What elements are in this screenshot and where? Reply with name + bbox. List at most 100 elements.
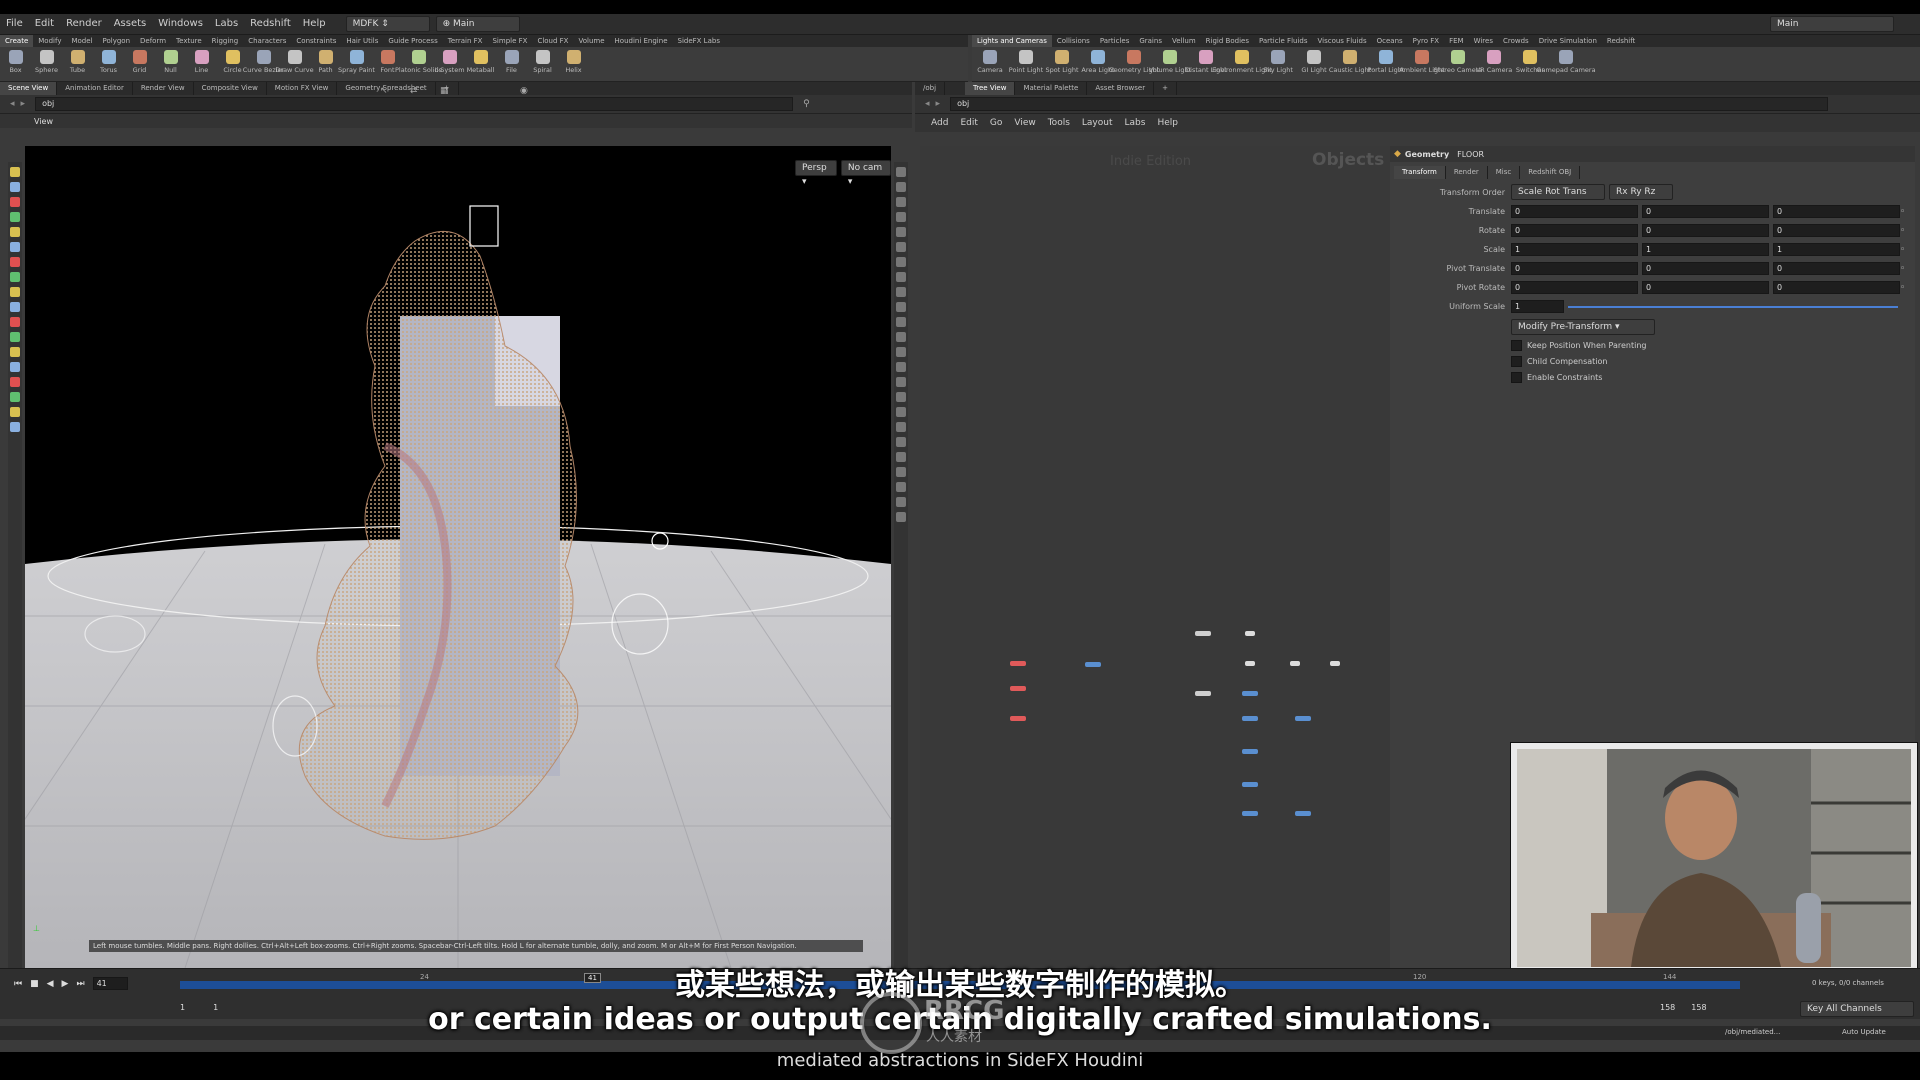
menu-edit[interactable]: Edit bbox=[29, 14, 60, 34]
tool-box[interactable]: Box bbox=[0, 47, 31, 81]
shelf-tab-create[interactable]: Create bbox=[0, 35, 34, 47]
display-option-5-icon[interactable] bbox=[896, 242, 906, 252]
checkbox-keep-position-when-parenting[interactable] bbox=[1511, 340, 1522, 351]
network-node[interactable] bbox=[1242, 749, 1258, 754]
network-node[interactable] bbox=[1085, 662, 1101, 667]
network-node[interactable] bbox=[1245, 661, 1255, 666]
tab-scene-view[interactable]: Scene View bbox=[0, 82, 58, 95]
display-option-9-icon[interactable] bbox=[896, 302, 906, 312]
param-field-translate-x[interactable]: 0 bbox=[1511, 205, 1638, 218]
display-option-11-icon[interactable] bbox=[896, 332, 906, 342]
shelf-tab-vellum[interactable]: Vellum bbox=[1167, 35, 1201, 47]
net-menu-tools[interactable]: Tools bbox=[1042, 113, 1076, 133]
viewport-tool-5-icon[interactable] bbox=[10, 242, 20, 252]
network-node[interactable] bbox=[1330, 661, 1340, 666]
display-option-18-icon[interactable] bbox=[896, 437, 906, 447]
select-tool-icon[interactable]: ↖ bbox=[380, 86, 388, 96]
tool-environment-light[interactable]: Environment Light bbox=[1212, 47, 1272, 81]
display-option-14-icon[interactable] bbox=[896, 377, 906, 387]
menu-labs[interactable]: Labs bbox=[209, 14, 244, 34]
tool-caustic-light[interactable]: Caustic Light bbox=[1329, 47, 1371, 81]
net-menu-view[interactable]: View bbox=[1008, 113, 1041, 133]
display-option-19-icon[interactable] bbox=[896, 452, 906, 462]
shelf-tab-drive-simulation[interactable]: Drive Simulation bbox=[1534, 35, 1602, 47]
shelf-tab-deform[interactable]: Deform bbox=[135, 35, 171, 47]
viewport-tool-2-icon[interactable] bbox=[10, 197, 20, 207]
display-option-23-icon[interactable] bbox=[896, 512, 906, 522]
tool-geometry-light[interactable]: Geometry Light bbox=[1109, 47, 1159, 81]
tool-vr-camera[interactable]: VR Camera bbox=[1476, 47, 1512, 81]
shelf-tab-simple-fx[interactable]: Simple FX bbox=[487, 35, 532, 47]
tab-obj[interactable]: /obj bbox=[915, 82, 946, 95]
viewport-tool-0-icon[interactable] bbox=[10, 167, 20, 177]
viewport-tool-3-icon[interactable] bbox=[10, 212, 20, 222]
viewport-tool-12-icon[interactable] bbox=[10, 347, 20, 357]
tool-distant-light[interactable]: Distant Light bbox=[1185, 47, 1227, 81]
viewport-tool-9-icon[interactable] bbox=[10, 302, 20, 312]
channel-key-icon[interactable]: ◦ bbox=[1900, 207, 1905, 217]
shelf-tab-polygon[interactable]: Polygon bbox=[98, 35, 136, 47]
tool-tube[interactable]: Tube bbox=[62, 47, 93, 81]
shelf-tab-pyro-fx[interactable]: Pyro FX bbox=[1408, 35, 1444, 47]
network-path-field[interactable]: obj bbox=[950, 97, 1829, 111]
tool-area-light[interactable]: Area Light bbox=[1080, 47, 1116, 81]
camera-icon[interactable]: ◉ bbox=[520, 86, 528, 96]
tool-file[interactable]: File bbox=[496, 47, 527, 81]
display-option-12-icon[interactable] bbox=[896, 347, 906, 357]
tool-camera[interactable]: Camera bbox=[972, 47, 1008, 81]
tool-line[interactable]: Line bbox=[186, 47, 217, 81]
network-dropdown[interactable]: ⊕ Main bbox=[435, 16, 520, 32]
shelf-tab-modify[interactable]: Modify bbox=[33, 35, 66, 47]
move-tool-icon[interactable]: ⇄ bbox=[410, 86, 418, 96]
tool-font[interactable]: Font bbox=[372, 47, 403, 81]
menu-help[interactable]: Help bbox=[297, 14, 332, 34]
display-option-1-icon[interactable] bbox=[896, 182, 906, 192]
forward-arrow-icon[interactable]: ▸ bbox=[21, 99, 26, 109]
net-menu-add[interactable]: Add bbox=[925, 113, 954, 133]
menu-redshift[interactable]: Redshift bbox=[244, 14, 297, 34]
tool-spiral[interactable]: Spiral bbox=[527, 47, 558, 81]
display-option-17-icon[interactable] bbox=[896, 422, 906, 432]
shelf-tab-fem[interactable]: FEM bbox=[1444, 35, 1469, 47]
snap-icon[interactable]: ▦ bbox=[440, 86, 449, 96]
right-desktop-dropdown[interactable]: Main bbox=[1770, 16, 1894, 32]
menu-assets[interactable]: Assets bbox=[108, 14, 153, 34]
add-tab-button-right[interactable]: + bbox=[1154, 82, 1177, 95]
tool-gi-light[interactable]: GI Light bbox=[1296, 47, 1332, 81]
network-node[interactable] bbox=[1295, 716, 1311, 721]
channel-key-icon[interactable]: ◦ bbox=[1900, 264, 1905, 274]
param-field-rotate-x[interactable]: 0 bbox=[1511, 224, 1638, 237]
shelf-tab-rigid-bodies[interactable]: Rigid Bodies bbox=[1201, 35, 1254, 47]
viewport-tool-8-icon[interactable] bbox=[10, 287, 20, 297]
tool-metaball[interactable]: Metaball bbox=[465, 47, 496, 81]
viewport-tool-10-icon[interactable] bbox=[10, 317, 20, 327]
net-menu-help[interactable]: Help bbox=[1151, 113, 1184, 133]
tool-grid[interactable]: Grid bbox=[124, 47, 155, 81]
tab-transform[interactable]: Transform bbox=[1394, 165, 1446, 179]
param-field-translate-y[interactable]: 0 bbox=[1642, 205, 1769, 218]
viewport-tool-4-icon[interactable] bbox=[10, 227, 20, 237]
tool-platonic-solids[interactable]: Platonic Solids bbox=[395, 47, 442, 81]
network-node[interactable] bbox=[1242, 716, 1258, 721]
tool-l-system[interactable]: L-System bbox=[434, 47, 465, 81]
shelf-tab-collisions[interactable]: Collisions bbox=[1052, 35, 1095, 47]
shelf-tab-terrain-fx[interactable]: Terrain FX bbox=[443, 35, 488, 47]
display-option-3-icon[interactable] bbox=[896, 212, 906, 222]
menu-windows[interactable]: Windows bbox=[152, 14, 209, 34]
tool-portal-light[interactable]: Portal Light bbox=[1368, 47, 1404, 81]
viewport-tool-11-icon[interactable] bbox=[10, 332, 20, 342]
tab-redshift-obj[interactable]: Redshift OBJ bbox=[1520, 165, 1581, 179]
param-field-pivot-translate-y[interactable]: 0 bbox=[1642, 262, 1769, 275]
shelf-tab-redshift[interactable]: Redshift bbox=[1602, 35, 1640, 47]
checkbox-enable-constraints[interactable] bbox=[1511, 372, 1522, 383]
shelf-tab-hair-utils[interactable]: Hair Utils bbox=[341, 35, 383, 47]
tab-animation-editor[interactable]: Animation Editor bbox=[57, 82, 133, 95]
tool-gamepad-camera[interactable]: Gamepad Camera bbox=[1536, 47, 1596, 81]
persp-button[interactable]: Persp ▾ bbox=[795, 160, 837, 187]
network-editor-canvas[interactable]: Indie Edition Objects bbox=[920, 146, 1390, 982]
param-field-scale-z[interactable]: 1 bbox=[1773, 243, 1900, 256]
display-option-13-icon[interactable] bbox=[896, 362, 906, 372]
network-node[interactable] bbox=[1295, 811, 1311, 816]
menu-render[interactable]: Render bbox=[60, 14, 108, 34]
tool-spot-light[interactable]: Spot Light bbox=[1044, 47, 1080, 81]
